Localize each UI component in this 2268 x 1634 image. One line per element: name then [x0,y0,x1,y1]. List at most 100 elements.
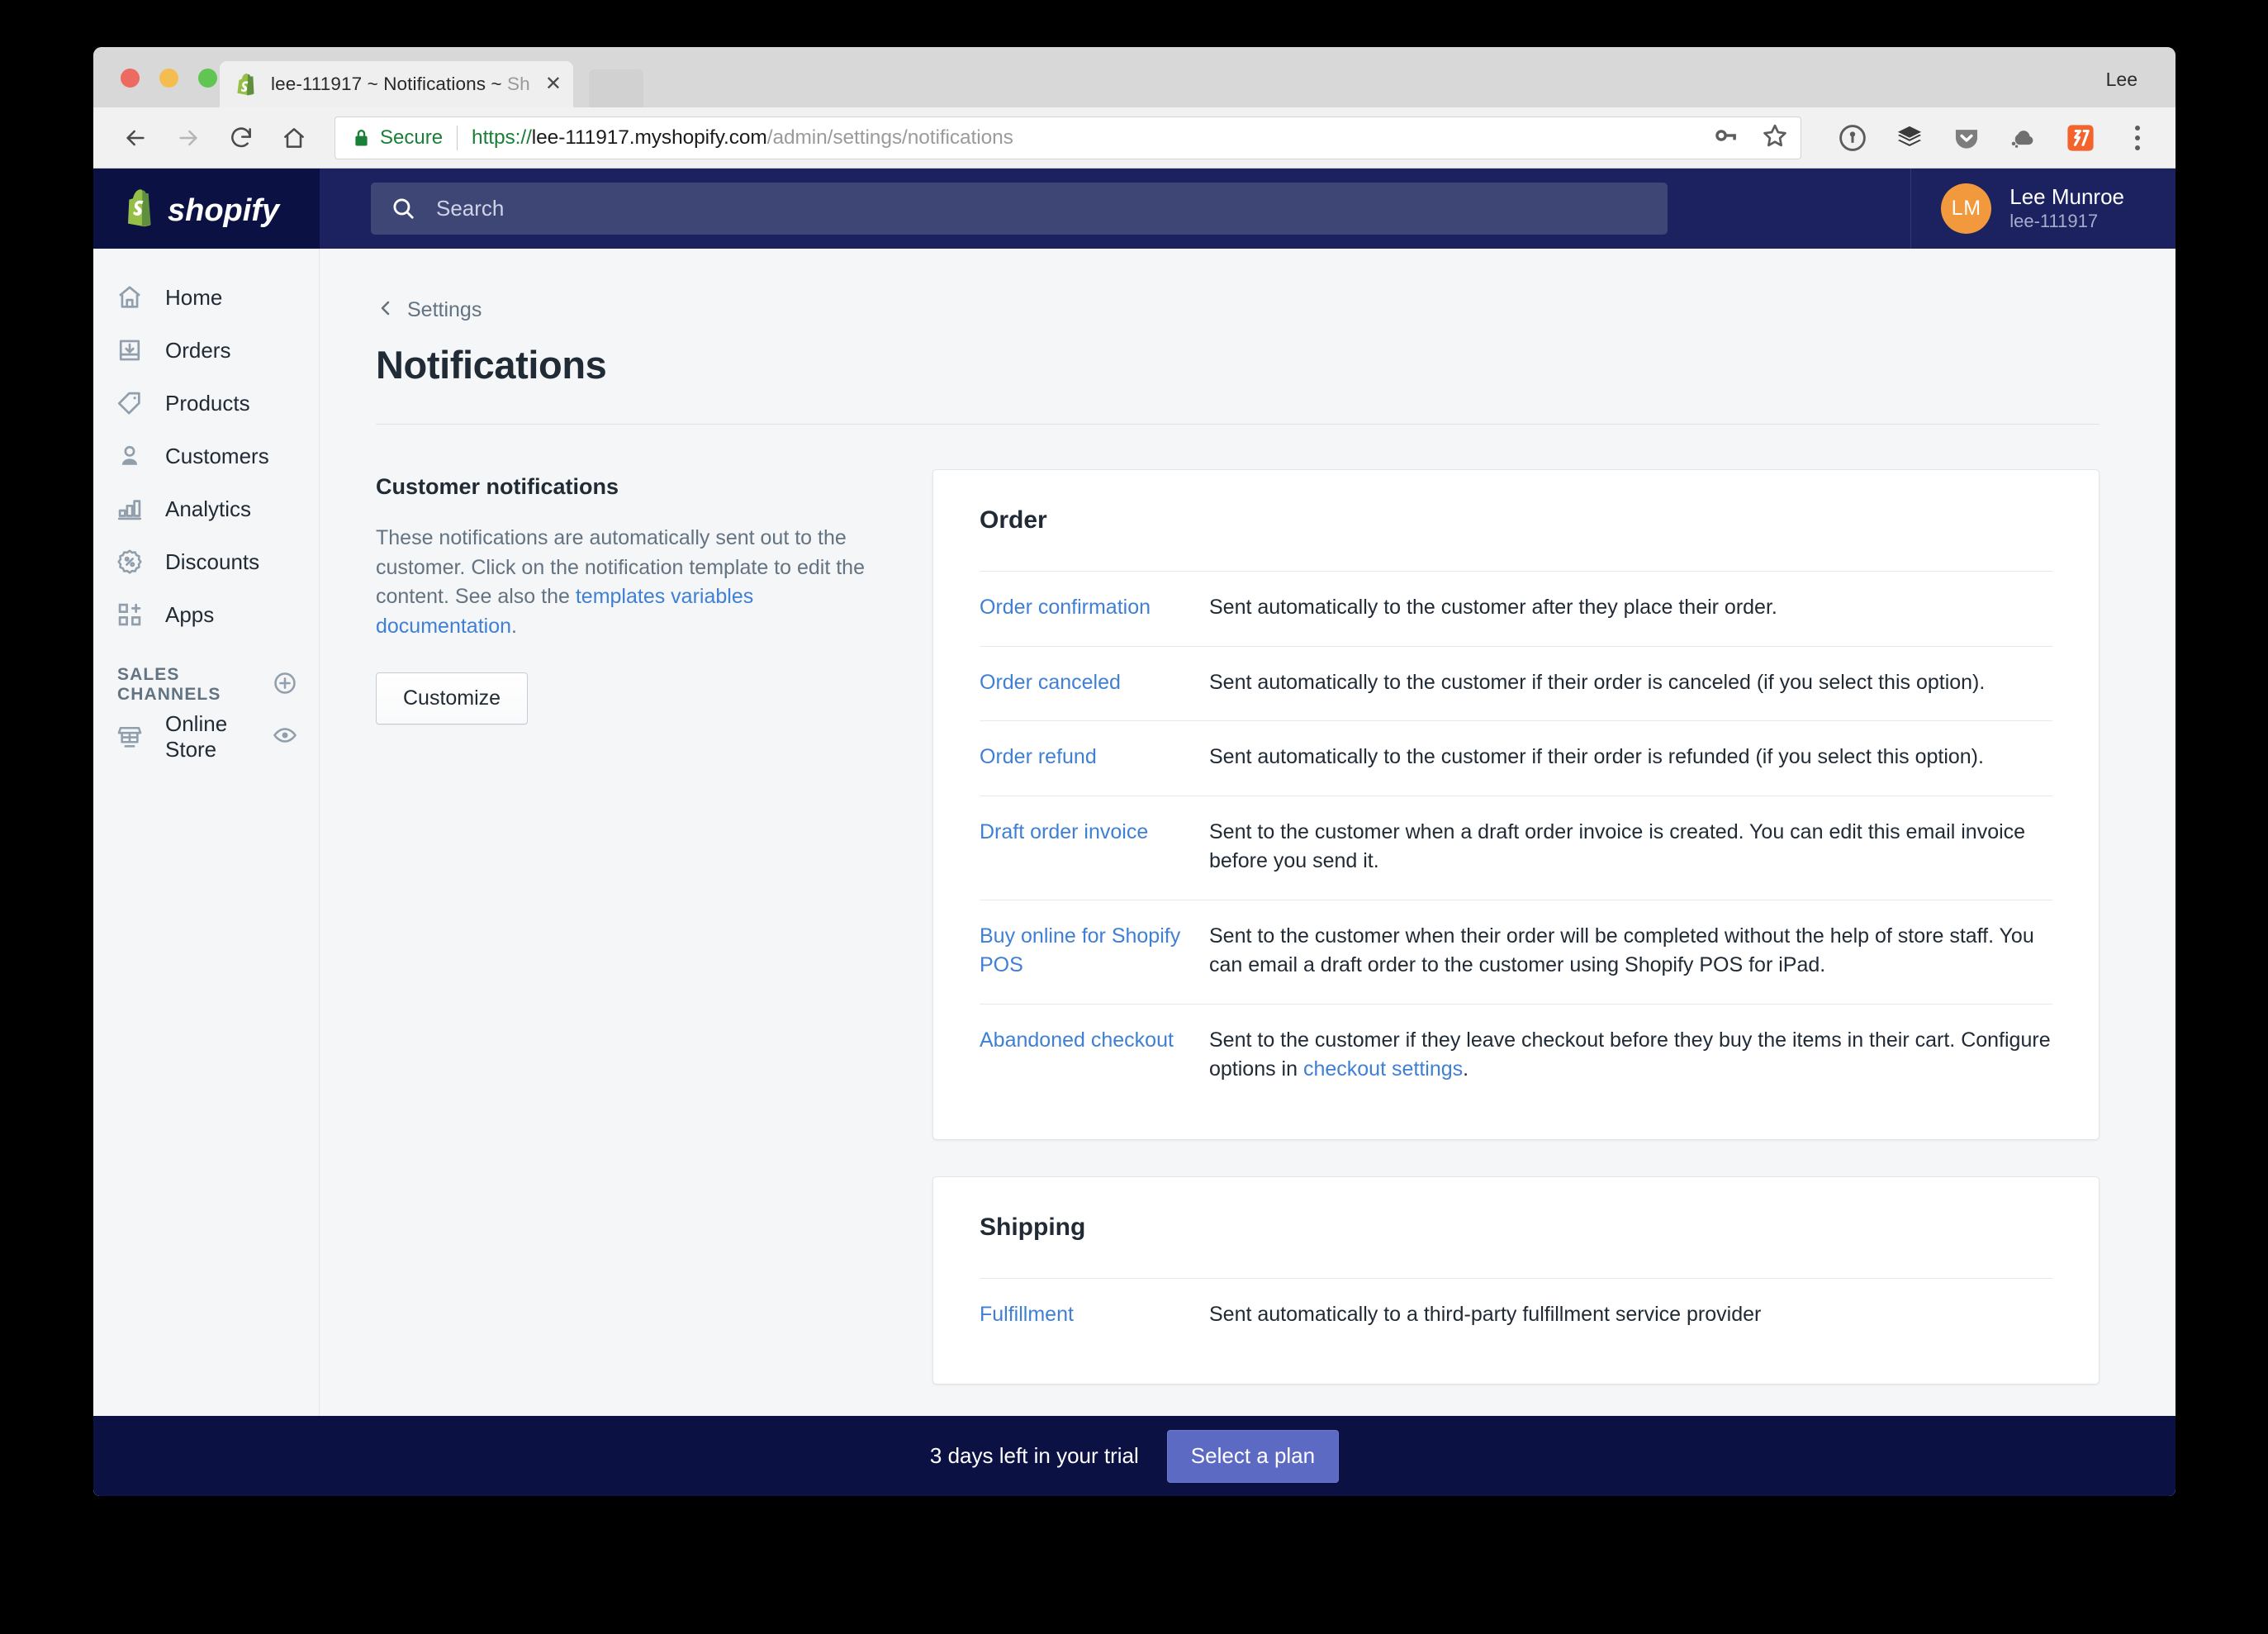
apps-grid-icon [114,601,145,629]
notification-template-link[interactable]: Fulfillment [980,1300,1209,1330]
user-menu[interactable]: LM Lee Munroe lee-111917 [1910,169,2175,249]
lock-icon [353,128,369,148]
sales-channels-header: SALES CHANNELS [93,659,319,710]
sidebar-nav: Home Orders Products Customers Analytics… [93,249,319,763]
cloud-extension-icon[interactable] [2009,123,2038,153]
sidebar-item-products[interactable]: Products [93,377,319,430]
secure-label: Secure [380,126,444,149]
browser-extensions [1813,123,2175,153]
back-button[interactable] [116,119,154,157]
page-title: Notifications [376,343,607,387]
bookmark-star-icon[interactable] [1761,121,1789,154]
buffer-layers-extension-icon[interactable] [1895,123,1924,153]
address-bar[interactable]: Secure https://lee-111917.myshopify.com/… [335,116,1801,159]
sidebar-item-label: Discounts [165,549,260,574]
sales-channels-title: SALES CHANNELS [117,665,221,704]
select-a-plan-button[interactable]: Select a plan [1166,1429,1340,1483]
notification-description: Sent automatically to the customer if th… [1209,745,1984,768]
maximize-window-button[interactable] [198,69,217,88]
onepassword-extension-icon[interactable] [1838,123,1867,153]
notification-template-link[interactable]: Order canceled [980,668,1209,698]
url-divider [457,125,458,150]
notification-template-link[interactable]: Buy online for Shopify POS [980,922,1209,981]
table-row[interactable]: Fulfillment Sent automatically to a thir… [980,1277,2052,1353]
table-row[interactable]: Order confirmation Sent automatically to… [980,571,2052,646]
browser-menu-icon[interactable] [2123,123,2152,153]
notification-template-link[interactable]: Abandoned checkout [980,1026,1209,1085]
home-icon [114,283,145,311]
close-window-button[interactable] [121,69,140,88]
notification-description: Sent to the customer when their order wi… [1209,924,2034,977]
reload-button[interactable] [222,119,260,157]
table-row[interactable]: Abandoned checkout Sent to the customer … [980,1003,2052,1108]
section-description: These notifications are automatically se… [376,526,865,638]
shopify-logo[interactable]: shopify [93,169,320,249]
minimize-window-button[interactable] [159,69,178,88]
notification-template-link[interactable]: Draft order invoice [980,818,1209,876]
page-viewport: shopify Search LM Lee Munroe lee-111917 [93,169,2175,1496]
table-row[interactable]: Draft order invoice Sent to the customer… [980,795,2052,900]
notification-description: Sent to the customer when a draft order … [1209,819,2026,873]
browser-tab[interactable]: lee-111917 ~ Notifications ~ Sh ✕ [220,61,573,107]
password-key-icon[interactable] [1711,121,1739,154]
browser-tab-strip: lee-111917 ~ Notifications ~ Sh ✕ Lee [93,47,2175,107]
sidebar-item-label: Orders [165,337,231,363]
notification-template-link[interactable]: Order refund [980,743,1209,772]
user-name: Lee Munroe [2009,183,2124,209]
notification-description: Sent to the customer if they leave check… [1209,1028,2051,1081]
global-search: Search [320,183,1910,235]
main-content: Settings Notifications Customer notifica… [320,249,2175,1496]
pocket-extension-icon[interactable] [1952,123,1981,153]
browser-window: lee-111917 ~ Notifications ~ Sh ✕ Lee Se… [93,47,2175,1496]
customers-person-icon [114,442,145,470]
sidebar-item-analytics[interactable]: Analytics [93,482,319,535]
search-placeholder: Search [436,196,505,221]
notification-description: Sent automatically to the customer after… [1209,596,1777,619]
avatar: LM [1941,183,1992,234]
section-heading: Customer notifications [376,474,619,499]
sidebar-item-label: Apps [165,601,215,627]
url-text: https://lee-111917.myshopify.com/admin/s… [472,126,1013,149]
card-title: Shipping [980,1213,1086,1241]
eye-icon[interactable] [272,722,298,753]
sidebar: Home Orders Products Customers Analytics… [93,249,320,1496]
browser-tab-title: lee-111917 ~ Notifications ~ Sh [271,74,530,94]
sidebar-item-online-store[interactable]: Online Store [93,710,319,763]
sidebar-item-orders[interactable]: Orders [93,324,319,377]
new-tab-button[interactable] [589,69,643,107]
card-title: Order [980,506,1047,534]
customize-button[interactable]: Customize [376,672,529,724]
plus-circle-icon[interactable] [272,670,298,701]
sidebar-item-customers[interactable]: Customers [93,430,319,482]
breadcrumb-label: Settings [407,298,482,321]
sidebar-item-label: Online Store [165,711,228,762]
table-row[interactable]: Order canceled Sent automatically to the… [980,645,2052,721]
user-store-handle: lee-111917 [2009,211,2099,232]
chevron-left-icon [376,298,396,322]
notification-template-link[interactable]: Order confirmation [980,593,1209,623]
forward-button[interactable] [169,119,207,157]
svg-text:shopify: shopify [168,193,281,228]
percent-orange-extension-icon[interactable] [2066,123,2095,153]
shopify-top-bar: shopify Search LM Lee Munroe lee-111917 [93,169,2175,249]
browser-profile-name[interactable]: Lee [2106,69,2138,91]
close-tab-icon[interactable]: ✕ [539,74,562,94]
orders-icon [114,336,145,364]
search-input[interactable]: Search [371,183,1668,235]
sidebar-item-apps[interactable]: Apps [93,588,319,641]
checkout-settings-link[interactable]: checkout settings [1303,1057,1463,1081]
table-row[interactable]: Order refund Sent automatically to the c… [980,720,2052,796]
notification-cards-column: Order Order confirmation Sent automatica… [932,469,2100,1421]
breadcrumb[interactable]: Settings [376,298,2100,322]
order-notifications-card: Order Order confirmation Sent automatica… [932,469,2100,1140]
home-button[interactable] [275,119,313,157]
search-icon [391,196,416,221]
trial-text: 3 days left in your trial [929,1443,1139,1468]
sidebar-item-discounts[interactable]: Discounts [93,535,319,588]
sidebar-item-label: Products [165,390,250,416]
sidebar-item-home[interactable]: Home [93,271,319,324]
sidebar-item-label: Home [165,284,223,310]
discounts-badge-icon [114,548,145,576]
table-row[interactable]: Buy online for Shopify POS Sent to the c… [980,899,2052,1004]
trial-banner: 3 days left in your trial Select a plan [93,1416,2175,1496]
